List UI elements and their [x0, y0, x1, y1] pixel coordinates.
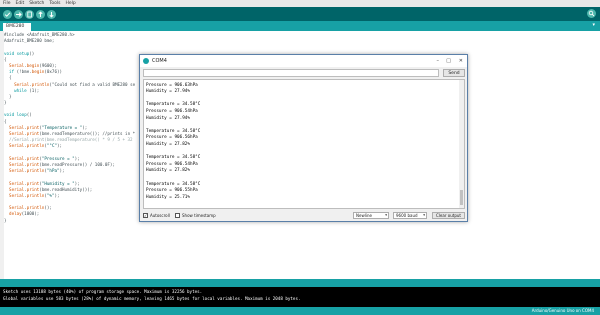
output-console: Sketch uses 13188 bytes (40%) of program…: [0, 287, 600, 307]
menu-file[interactable]: File: [3, 1, 11, 6]
serial-output-line: Pressure = 906.54hPa: [146, 108, 198, 114]
menu-help[interactable]: Help: [66, 1, 76, 6]
baud-select[interactable]: 9600 baud ▾: [393, 212, 427, 219]
board-port-label: Arduino/Genuino Uno on COM4: [531, 308, 594, 313]
check-icon: [4, 11, 11, 17]
verify-button[interactable]: [3, 9, 12, 19]
serial-output-line: Temperature = 34.58°C: [146, 155, 201, 161]
code-line: }: [4, 217, 7, 223]
save-button[interactable]: [47, 9, 56, 19]
serial-output-line: [146, 122, 200, 129]
chevron-down-icon: ▾: [385, 213, 387, 217]
console-line: Global variables use 583 bytes (28%) of …: [3, 295, 301, 301]
serial-monitor-titlebar: COM4 – □ ✕: [140, 55, 467, 67]
serial-output-line: Humidity = 27.82%: [146, 168, 190, 174]
baud-value: 9600 baud: [396, 213, 418, 218]
new-file-icon: [27, 11, 32, 17]
code-text: #include <Adafruit_BME280.h> Adafruit_BME…: [4, 32, 135, 224]
serial-scrollbar[interactable]: [459, 80, 464, 208]
open-button[interactable]: [36, 9, 45, 19]
autoscroll-label: Autoscroll: [150, 213, 170, 218]
menu-bar: File Edit Sketch Tools Help: [0, 0, 600, 7]
arrow-right-icon: [16, 11, 22, 17]
serial-bottom-bar: ✓ Autoscroll Show timestamp Newline ▾ 96…: [143, 212, 465, 220]
status-bar: [0, 279, 600, 287]
serial-output-line: Pressure = 906.56hPa: [146, 135, 198, 141]
line-ending-select[interactable]: Newline ▾: [353, 212, 389, 219]
timestamp-label: Show timestamp: [182, 213, 216, 218]
maximize-icon[interactable]: □: [446, 55, 451, 67]
serial-monitor-button[interactable]: [587, 9, 596, 18]
line-ending-value: Newline: [356, 213, 372, 218]
menu-edit[interactable]: Edit: [16, 1, 25, 6]
magnifier-icon: [588, 10, 595, 17]
clear-output-button[interactable]: Clear output: [432, 212, 465, 219]
chevron-down-icon: ▾: [423, 213, 425, 217]
menu-sketch[interactable]: Sketch: [29, 1, 44, 6]
send-button[interactable]: Send: [443, 69, 465, 77]
open-arrow-up-icon: [38, 11, 43, 17]
serial-monitor-title: COM4: [152, 58, 167, 64]
close-icon[interactable]: ✕: [459, 55, 463, 67]
footer-bar: Arduino/Genuino Uno on COM4: [0, 307, 600, 315]
serial-output-line: Humidity = 27.94%: [146, 89, 190, 95]
new-button[interactable]: [25, 9, 34, 19]
serial-output: Pressure = 906.62hPaPressure = 906.63hPa…: [143, 79, 465, 209]
menu-tools[interactable]: Tools: [49, 1, 60, 6]
serial-output-text: Pressure = 906.62hPaPressure = 906.63hPa…: [146, 80, 201, 201]
serial-output-line: Humidity = 25.71%: [146, 194, 190, 200]
autoscroll-checkbox[interactable]: ✓: [143, 213, 148, 218]
upload-button[interactable]: [14, 9, 23, 19]
tab-bar: BME280 ▾: [0, 21, 600, 31]
serial-output-line: Humidity = 27.94%: [146, 115, 190, 121]
serial-input[interactable]: [143, 69, 439, 77]
toolbar: [0, 7, 600, 21]
tab-bme280[interactable]: BME280: [3, 23, 31, 31]
minimize-icon[interactable]: –: [437, 55, 440, 67]
arduino-app-icon: [143, 58, 149, 64]
timestamp-checkbox[interactable]: [175, 213, 180, 218]
serial-monitor-window: COM4 – □ ✕ Send Pressure = 906.62hPaPres…: [139, 54, 468, 222]
save-arrow-down-icon: [49, 11, 54, 17]
tab-menu-arrow-icon[interactable]: ▾: [592, 22, 595, 28]
serial-output-line: Humidity = 27.82%: [146, 141, 190, 147]
serial-output-line: [146, 175, 200, 182]
serial-output-line: Temperature = 34.58°C: [146, 102, 201, 108]
serial-output-line: Pressure = 906.55hPa: [146, 188, 198, 194]
serial-scrollbar-thumb[interactable]: [460, 190, 463, 205]
